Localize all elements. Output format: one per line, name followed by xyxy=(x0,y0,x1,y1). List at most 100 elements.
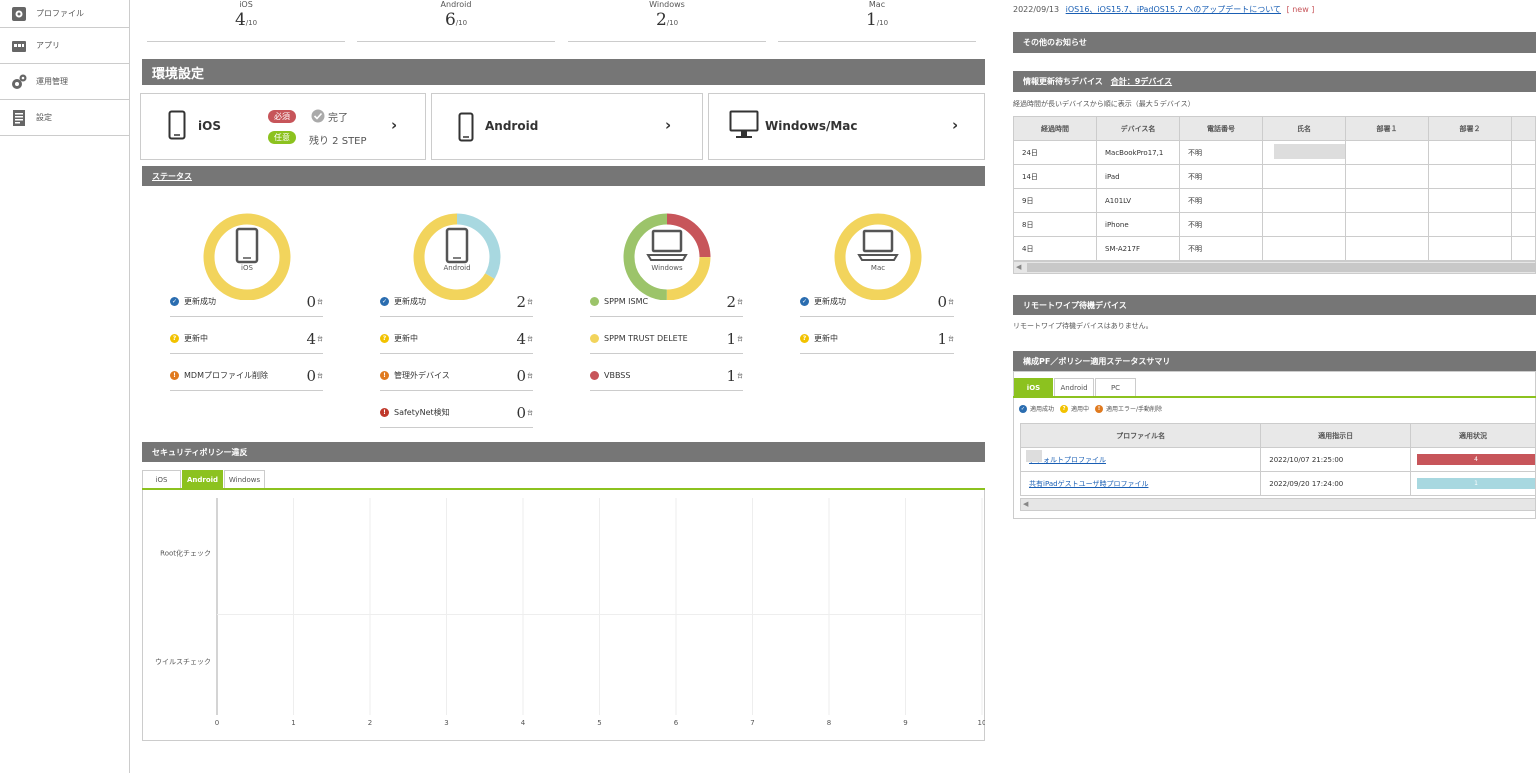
status-unit: 台 xyxy=(316,336,323,343)
donut-ios: iOS xyxy=(203,213,291,300)
column-header: 電話番号 xyxy=(1179,116,1263,141)
table-cell xyxy=(1345,188,1429,213)
tab-underline xyxy=(1013,396,1536,398)
column-header: デバイス名 xyxy=(1096,116,1180,141)
laptop-base xyxy=(857,254,899,261)
alert-icon: ! xyxy=(1095,404,1104,413)
table-cell: MacBookPro17,1 xyxy=(1096,140,1180,165)
status-row: ? 更新中 1 台 xyxy=(800,324,954,354)
table-cell-overflow xyxy=(1511,188,1536,213)
status-unit: 台 xyxy=(947,336,954,343)
profile-link[interactable]: 共有iPadゲストユーザ時プロファイル xyxy=(1029,480,1148,488)
tab-security-windows[interactable]: Windows xyxy=(224,470,265,488)
table-cell-overflow xyxy=(1511,164,1536,189)
pending-total-link[interactable]: 合計：9デバイス xyxy=(1111,76,1172,87)
news-date: 2022/09/13 xyxy=(1013,5,1060,14)
table-cell: 不明 xyxy=(1179,188,1263,213)
scroll-left-arrow-icon[interactable]: ◀ xyxy=(1016,263,1021,271)
status-label: 更新成功 xyxy=(814,297,846,306)
tab-security-android[interactable]: Android xyxy=(182,470,223,488)
table-cell: 8日 xyxy=(1013,212,1097,237)
status-unit: 台 xyxy=(736,336,743,343)
table-cell xyxy=(1428,212,1512,237)
column-header: 部署１ xyxy=(1345,116,1429,141)
status-value: 2 xyxy=(516,292,526,311)
status-bar: 1 xyxy=(1416,478,1535,489)
x-tick-label: 2 xyxy=(368,719,372,727)
status-row: ✓ 更新成功 2 台 xyxy=(380,287,533,317)
donut-segment xyxy=(203,213,291,300)
table-row[interactable]: 4日 SM-A217F 不明 xyxy=(1013,236,1536,261)
donut-mac: Mac xyxy=(834,213,922,300)
table-cell: 不明 xyxy=(1179,236,1263,261)
question-icon: ? xyxy=(380,334,389,343)
tab-policy-pc[interactable]: PC xyxy=(1095,378,1136,396)
phone-icon xyxy=(235,227,259,264)
profile-name-cell[interactable]: 共有iPadゲストユーザ時プロファイル xyxy=(1019,471,1262,496)
y-category-label: Root化チェック xyxy=(160,548,211,557)
table-row[interactable]: 9日 A101LV 不明 xyxy=(1013,188,1536,213)
security-policy-title: セキュリティポリシー違反 xyxy=(142,442,985,462)
status-row: ! 管理外デバイス 0 台 xyxy=(380,361,533,391)
table-row[interactable]: 共有iPadゲストユーザ時プロファイル 2022/09/20 17:24:00 1 xyxy=(1019,471,1536,496)
status-cell: 4 xyxy=(1409,447,1536,472)
status-unit: 台 xyxy=(526,299,533,306)
profile-name-cell[interactable]: デフォルトプロファイル xyxy=(1019,447,1262,472)
x-tick-label: 1 xyxy=(291,719,295,727)
table-cell: 不明 xyxy=(1179,164,1263,189)
status-label: VBBSS xyxy=(604,371,631,380)
redacted-name xyxy=(1274,144,1345,159)
table-cell: A101LV xyxy=(1096,188,1180,213)
policy-horizontal-scrollbar[interactable] xyxy=(1020,498,1536,511)
status-value: 0 xyxy=(516,366,526,385)
status-row: ! MDMプロファイル削除 0 台 xyxy=(170,361,323,391)
table-row[interactable]: 8日 iPhone 不明 xyxy=(1013,212,1536,237)
table-body: デフォルトプロファイル 2022/10/07 21:25:00 4 共有iPadゲスト… xyxy=(1019,447,1536,496)
pending-devices-table: 経過時間 デバイス名 電話番号 氏名 部署１ 部署２ 24日 MacBookPro17,1 不… xyxy=(1013,116,1536,261)
news-link[interactable]: iOS16、iOS15.7、iPadOS15.7 へのアップデートについて xyxy=(1066,5,1281,14)
column-header: 部署２ xyxy=(1428,116,1512,141)
scroll-left-arrow-icon[interactable]: ◀ xyxy=(1023,500,1028,508)
tab-policy-android[interactable]: Android xyxy=(1054,378,1094,396)
tab-policy-ios[interactable]: iOS xyxy=(1014,378,1053,396)
status-donut-charts: iOS Android Windows Mac xyxy=(203,213,922,300)
policy-table: プロファイル名 適用指示日 適用状況 デフォルトプロファイル 2022/10/07… xyxy=(1019,423,1536,496)
donut-label: Mac xyxy=(871,264,885,272)
status-value: 2 xyxy=(726,292,736,311)
check-icon: ✓ xyxy=(800,297,809,306)
table-cell: 4日 xyxy=(1013,236,1097,261)
status-row: ! SafetyNet検知 0 台 xyxy=(380,398,533,428)
x-tick-label: 9 xyxy=(903,719,907,727)
tab-security-ios[interactable]: iOS xyxy=(142,470,181,488)
table-cell-overflow xyxy=(1511,140,1536,165)
scrollbar-thumb[interactable] xyxy=(1027,263,1536,272)
status-label: SafetyNet検知 xyxy=(394,408,450,417)
col-status: 適用状況 xyxy=(1409,423,1536,448)
other-news-title[interactable]: その他のお知らせ xyxy=(1013,32,1536,53)
news-line: 2022/09/13 iOS16、iOS15.7、iPadOS15.7 へのアッ… xyxy=(1013,4,1314,15)
status-value: 1 xyxy=(726,366,736,385)
table-cell xyxy=(1345,140,1429,165)
alert-icon: ! xyxy=(380,371,389,380)
check-icon: ✓ xyxy=(170,297,179,306)
date-cell: 2022/10/07 21:25:00 xyxy=(1260,447,1411,472)
x-tick-label: 5 xyxy=(597,719,601,727)
status-unit: 台 xyxy=(526,336,533,343)
table-row[interactable]: デフォルトプロファイル 2022/10/07 21:25:00 4 xyxy=(1019,447,1536,472)
status-label: 更新成功 xyxy=(184,297,216,306)
y-category-label: ウイルスチェック xyxy=(155,658,211,666)
table-cell xyxy=(1345,212,1429,237)
status-cell: 1 xyxy=(1409,471,1536,496)
table-cell: 24日 xyxy=(1013,140,1097,165)
table-cell xyxy=(1345,236,1429,261)
status-value: 1 xyxy=(937,329,947,348)
table-cell xyxy=(1262,164,1346,189)
pending-devices-title: 情報更新待ちデバイス 合計：9デバイス xyxy=(1013,71,1536,92)
x-tick-label: 10 xyxy=(978,719,985,727)
status-unit: 台 xyxy=(316,373,323,380)
table-cell xyxy=(1262,236,1346,261)
status-unit: 台 xyxy=(736,299,743,306)
table-row[interactable]: 14日 iPad 不明 xyxy=(1013,164,1536,189)
table-cell xyxy=(1428,236,1512,261)
table-cell-overflow xyxy=(1511,212,1536,237)
